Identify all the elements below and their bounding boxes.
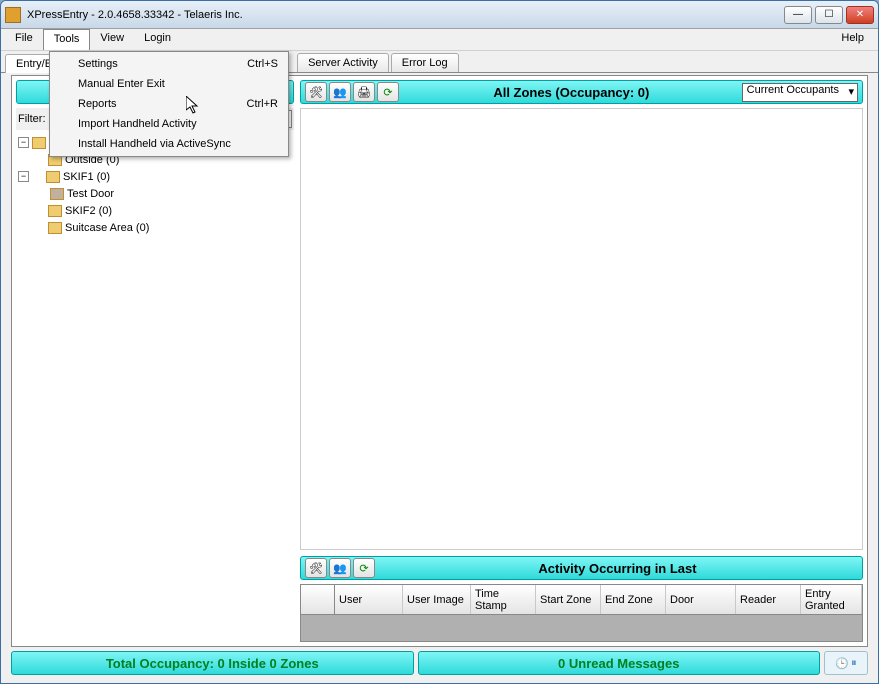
tree-label: Suitcase Area (0) bbox=[65, 222, 149, 234]
close-button[interactable]: ✕ bbox=[846, 6, 874, 24]
tree-node-skif1[interactable]: − SKIF1 (0) bbox=[18, 168, 292, 185]
occupants-select-value: Current Occupants bbox=[747, 84, 839, 96]
activity-panel: 🛠 👥 ⟳ Activity Occurring in Last User Us… bbox=[300, 556, 863, 642]
col-start-zone[interactable]: Start Zone bbox=[536, 585, 601, 614]
door-icon bbox=[50, 188, 64, 200]
maximize-button[interactable]: ☐ bbox=[815, 6, 843, 24]
statusbar: Total Occupancy: 0 Inside 0 Zones 0 Unre… bbox=[11, 651, 868, 675]
tree-node-skif2[interactable]: SKIF2 (0) bbox=[18, 202, 292, 219]
grid-row-selector[interactable] bbox=[301, 585, 335, 614]
col-door[interactable]: Door bbox=[666, 585, 736, 614]
menu-item-label: Install Handheld via ActiveSync bbox=[78, 138, 231, 150]
refresh-icon-button[interactable]: ⟳ bbox=[353, 558, 375, 578]
app-icon bbox=[5, 7, 21, 23]
occupants-select[interactable]: Current Occupants bbox=[742, 83, 858, 102]
menu-login[interactable]: Login bbox=[134, 29, 181, 50]
menu-item-import-handheld[interactable]: Import Handheld Activity bbox=[52, 114, 286, 134]
menu-item-manual-enter-exit[interactable]: Manual Enter Exit bbox=[52, 74, 286, 94]
col-user-image[interactable]: User Image bbox=[403, 585, 471, 614]
tree-label: SKIF2 (0) bbox=[65, 205, 112, 217]
tools-dropdown: Settings Ctrl+S Manual Enter Exit Report… bbox=[49, 51, 289, 157]
col-user[interactable]: User bbox=[335, 585, 403, 614]
users-icon-button[interactable]: 👥 bbox=[329, 558, 351, 578]
menu-tools[interactable]: Tools bbox=[43, 29, 91, 50]
menu-file[interactable]: File bbox=[5, 29, 43, 50]
folder-icon bbox=[32, 137, 46, 149]
tools-icon-button[interactable]: 🛠 bbox=[305, 558, 327, 578]
wrench-icon: 🛠 bbox=[309, 562, 323, 575]
col-end-zone[interactable]: End Zone bbox=[601, 585, 666, 614]
collapse-icon[interactable]: − bbox=[18, 137, 29, 148]
printer-icon: 🖨 bbox=[357, 86, 371, 99]
menu-item-settings[interactable]: Settings Ctrl+S bbox=[52, 54, 286, 74]
menu-item-label: Settings bbox=[78, 58, 118, 70]
tree-node-test-door[interactable]: Test Door bbox=[18, 185, 292, 202]
tree-label: Test Door bbox=[67, 188, 114, 200]
refresh-icon-button[interactable]: ⟳ bbox=[377, 82, 399, 102]
menubar: File Tools View Login Help bbox=[1, 29, 878, 51]
users-icon-button[interactable]: 👥 bbox=[329, 82, 351, 102]
folder-icon bbox=[48, 222, 62, 234]
tab-server-activity[interactable]: Server Activity bbox=[297, 53, 389, 72]
activity-grid: User User Image Time Stamp Start Zone En… bbox=[300, 584, 863, 642]
window-title: XPressEntry - 2.0.4658.33342 - Telaeris … bbox=[27, 9, 784, 21]
col-time-stamp[interactable]: Time Stamp bbox=[471, 585, 536, 614]
wrench-icon: 🛠 bbox=[309, 86, 323, 99]
menu-item-label: Reports bbox=[78, 98, 117, 110]
users-icon: 👥 bbox=[333, 562, 347, 575]
print-icon-button[interactable]: 🖨 bbox=[353, 82, 375, 102]
status-messages[interactable]: 0 Unread Messages bbox=[418, 651, 821, 675]
minimize-button[interactable]: — bbox=[784, 6, 812, 24]
pause-icon[interactable]: ⏸ bbox=[851, 657, 857, 670]
menu-item-accel: Ctrl+S bbox=[247, 58, 278, 70]
refresh-icon: ⟳ bbox=[383, 86, 392, 99]
left-panel: Filter: − All Zones Outside (0) − bbox=[16, 80, 294, 642]
col-reader[interactable]: Reader bbox=[736, 585, 801, 614]
menu-item-install-handheld[interactable]: Install Handheld via ActiveSync bbox=[52, 134, 286, 154]
activity-title: Activity Occurring in Last bbox=[377, 561, 858, 576]
menu-view[interactable]: View bbox=[90, 29, 134, 50]
tree-node-suitcase[interactable]: Suitcase Area (0) bbox=[18, 219, 292, 236]
clock-icon: 🕒 bbox=[835, 657, 849, 670]
folder-icon bbox=[46, 171, 60, 183]
status-occupancy: Total Occupancy: 0 Inside 0 Zones bbox=[11, 651, 414, 675]
col-entry-granted[interactable]: Entry Granted bbox=[801, 585, 862, 614]
zone-panel: 🛠 👥 🖨 ⟳ All Zones (Occupancy: 0) Current… bbox=[300, 80, 863, 550]
filter-label: Filter: bbox=[18, 113, 46, 125]
content-area: Filter: − All Zones Outside (0) − bbox=[11, 75, 868, 647]
grid-header-row: User User Image Time Stamp Start Zone En… bbox=[301, 585, 862, 615]
refresh-icon: ⟳ bbox=[359, 562, 368, 575]
collapse-icon[interactable]: − bbox=[18, 171, 29, 182]
zone-title: All Zones (Occupancy: 0) bbox=[401, 85, 742, 100]
titlebar: XPressEntry - 2.0.4658.33342 - Telaeris … bbox=[1, 1, 878, 29]
activity-header: 🛠 👥 ⟳ Activity Occurring in Last bbox=[300, 556, 863, 580]
menu-help[interactable]: Help bbox=[831, 29, 874, 50]
menu-item-reports[interactable]: Reports Ctrl+R bbox=[52, 94, 286, 114]
zone-header: 🛠 👥 🖨 ⟳ All Zones (Occupancy: 0) Current… bbox=[300, 80, 863, 104]
users-icon: 👥 bbox=[333, 86, 347, 99]
tab-error-log[interactable]: Error Log bbox=[391, 53, 459, 72]
status-icons: 🕒 ⏸ bbox=[824, 651, 868, 675]
menu-item-accel: Ctrl+R bbox=[247, 98, 278, 110]
zone-body bbox=[300, 108, 863, 550]
menu-item-label: Manual Enter Exit bbox=[78, 78, 165, 90]
tools-icon-button[interactable]: 🛠 bbox=[305, 82, 327, 102]
app-window: XPressEntry - 2.0.4658.33342 - Telaeris … bbox=[0, 0, 879, 684]
tree-label: SKIF1 (0) bbox=[63, 171, 110, 183]
folder-icon bbox=[48, 205, 62, 217]
menu-item-label: Import Handheld Activity bbox=[78, 118, 197, 130]
